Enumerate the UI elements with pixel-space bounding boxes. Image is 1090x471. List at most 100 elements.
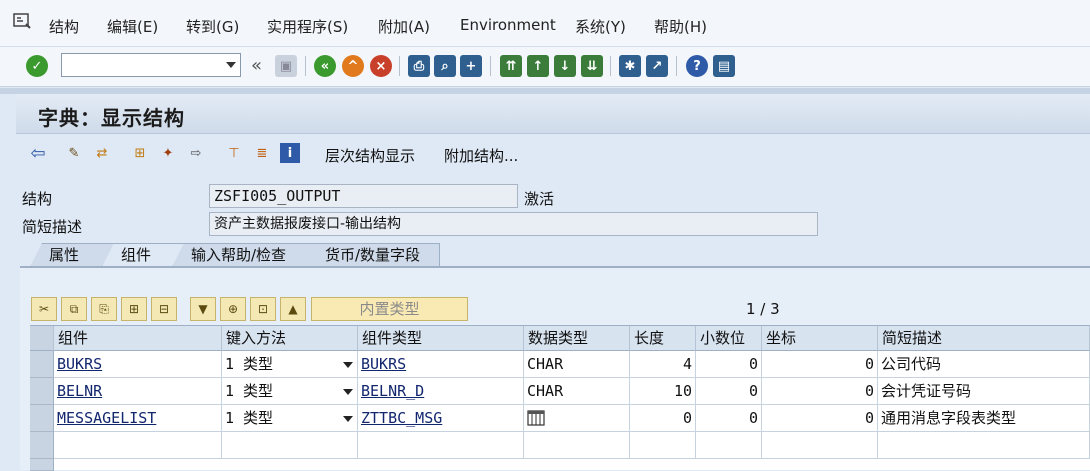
typing-method-select[interactable]: 1 类型	[222, 351, 358, 378]
menu-system[interactable]: 系统(Y)	[575, 16, 626, 37]
cut-icon[interactable]: ✂	[31, 297, 57, 321]
paste-icon[interactable]: ⎘	[91, 297, 117, 321]
chevron-down-icon[interactable]	[343, 389, 353, 395]
column-header[interactable]: 小数位	[696, 326, 762, 351]
empty-cell	[630, 432, 696, 459]
insert-structure-icon[interactable]: ⊕	[220, 297, 246, 321]
display-change-icon[interactable]: ✎	[64, 143, 84, 163]
find-icon[interactable]: ⌕	[434, 55, 456, 77]
check-object-icon[interactable]: ⊞	[130, 143, 150, 163]
menu-help[interactable]: 帮助(H)	[654, 16, 707, 37]
hierarchy-display-button[interactable]: 层次结构显示	[325, 145, 415, 166]
component-cell[interactable]: MESSAGELIST	[54, 405, 222, 432]
typing-method-select[interactable]: 1 类型	[222, 405, 358, 432]
menu-structure[interactable]: 结构	[49, 16, 79, 37]
length-cell: 10	[630, 378, 696, 405]
activate-icon[interactable]: ✦	[158, 143, 178, 163]
append-structure-button[interactable]: 附加结构...	[444, 145, 518, 166]
menu-edit[interactable]: 编辑(E)	[107, 16, 158, 37]
component-type-cell[interactable]: BELNR_D	[358, 378, 524, 405]
customize-layout-icon[interactable]: ▤	[713, 55, 735, 77]
decimals-cell: 0	[696, 405, 762, 432]
collapse-icon[interactable]: ▲	[280, 297, 306, 321]
component-cell[interactable]: BELNR	[54, 378, 222, 405]
column-header[interactable]: 组件	[54, 326, 222, 351]
next-page-icon[interactable]: ↓	[554, 55, 576, 77]
empty-cell	[762, 432, 878, 459]
expand-icon[interactable]: ▼	[190, 297, 216, 321]
help-icon[interactable]: ?	[686, 55, 708, 77]
empty-cell	[696, 432, 762, 459]
coordinate-cell: 0	[762, 351, 878, 378]
toolbar-separator	[305, 56, 306, 76]
short-desc-cell: 通用消息字段表类型	[878, 405, 1090, 432]
command-field[interactable]	[61, 53, 241, 77]
chevron-down-icon[interactable]	[343, 362, 353, 368]
delete-row-icon[interactable]: ⊟	[151, 297, 177, 321]
tab-input-help[interactable]: 输入帮助/检查	[172, 243, 322, 267]
first-page-icon[interactable]: ⇈	[500, 55, 522, 77]
insert-row-icon[interactable]: ⊞	[121, 297, 147, 321]
typing-method-value: 1 类型	[225, 382, 274, 400]
column-header[interactable]: 坐标	[762, 326, 878, 351]
row-selector[interactable]	[30, 378, 54, 405]
find-next-icon[interactable]: +	[460, 55, 482, 77]
last-page-icon[interactable]: ⇊	[581, 55, 603, 77]
coordinate-cell: 0	[762, 405, 878, 432]
status-label: 激活	[524, 190, 555, 208]
cancel-icon[interactable]: ×	[370, 55, 392, 77]
command-dropdown-icon[interactable]	[226, 62, 236, 68]
short-desc-field[interactable]: 资产主数据报废接口-输出结构	[209, 212, 818, 236]
menu-extras[interactable]: 附加(A)	[378, 16, 430, 37]
table-icon	[527, 410, 545, 426]
structure-field[interactable]: ZSFI005_OUTPUT	[209, 184, 518, 208]
menu-utilities[interactable]: 实用程序(S)	[267, 16, 348, 37]
menu-toggle-icon[interactable]	[12, 12, 34, 32]
menu-goto[interactable]: 转到(G)	[186, 16, 239, 37]
back-arrow-icon[interactable]: ⇦	[28, 143, 48, 164]
column-header[interactable]: 键入方法	[222, 326, 358, 351]
navigation-window-icon[interactable]: ≣	[252, 143, 272, 163]
row-selector[interactable]	[30, 459, 54, 471]
back-icon[interactable]: «	[314, 55, 336, 77]
row-selector[interactable]	[30, 405, 54, 432]
new-session-icon[interactable]: ✱	[619, 55, 641, 77]
copy-icon[interactable]: ⧉	[61, 297, 87, 321]
column-header[interactable]: 长度	[630, 326, 696, 351]
builtin-type-button[interactable]: 内置类型	[311, 297, 468, 321]
empty-cell[interactable]	[222, 432, 358, 459]
previous-page-icon[interactable]: ↑	[527, 55, 549, 77]
row-selector[interactable]	[30, 351, 54, 378]
create-shortcut-icon[interactable]: ↗	[646, 55, 668, 77]
info-icon[interactable]: i	[280, 143, 300, 163]
menu-environment[interactable]: Environment	[460, 16, 556, 34]
collapse-command-icon[interactable]: «	[251, 55, 262, 76]
column-header[interactable]: 数据类型	[524, 326, 630, 351]
exit-icon[interactable]: ^	[342, 55, 364, 77]
empty-cell[interactable]	[54, 432, 222, 459]
typing-method-select[interactable]: 1 类型	[222, 378, 358, 405]
empty-cell[interactable]	[358, 432, 524, 459]
object-list-icon[interactable]: ⊤	[224, 143, 244, 163]
component-cell[interactable]: BUKRS	[54, 351, 222, 378]
select-all-cell[interactable]	[30, 326, 54, 351]
typing-method-value: 1 类型	[225, 409, 274, 427]
column-header[interactable]: 组件类型	[358, 326, 524, 351]
enter-check-icon[interactable]: ✓	[26, 55, 48, 77]
page-title: 字典：显示结构	[38, 106, 185, 130]
tab-currency-quantity[interactable]: 货币/数量字段	[306, 243, 440, 267]
short-desc-cell: 公司代码	[878, 351, 1090, 378]
define-table-icon[interactable]: ⊡	[250, 297, 276, 321]
decimals-cell: 0	[696, 351, 762, 378]
row-selector[interactable]	[30, 432, 54, 459]
menu-bar: 结构 编辑(E) 转到(G) 实用程序(S) 附加(A) Environment…	[0, 0, 1090, 47]
save-icon[interactable]: ▣	[275, 55, 297, 77]
where-used-icon[interactable]: ⇨	[186, 143, 206, 163]
column-header[interactable]: 简短描述	[878, 326, 1090, 351]
component-type-cell[interactable]: ZTTBC_MSG	[358, 405, 524, 432]
print-icon[interactable]: ⎙	[408, 55, 430, 77]
component-type-cell[interactable]: BUKRS	[358, 351, 524, 378]
chevron-down-icon[interactable]	[343, 416, 353, 422]
coordinate-cell: 0	[762, 378, 878, 405]
active-inactive-icon[interactable]: ⇄	[92, 143, 112, 163]
